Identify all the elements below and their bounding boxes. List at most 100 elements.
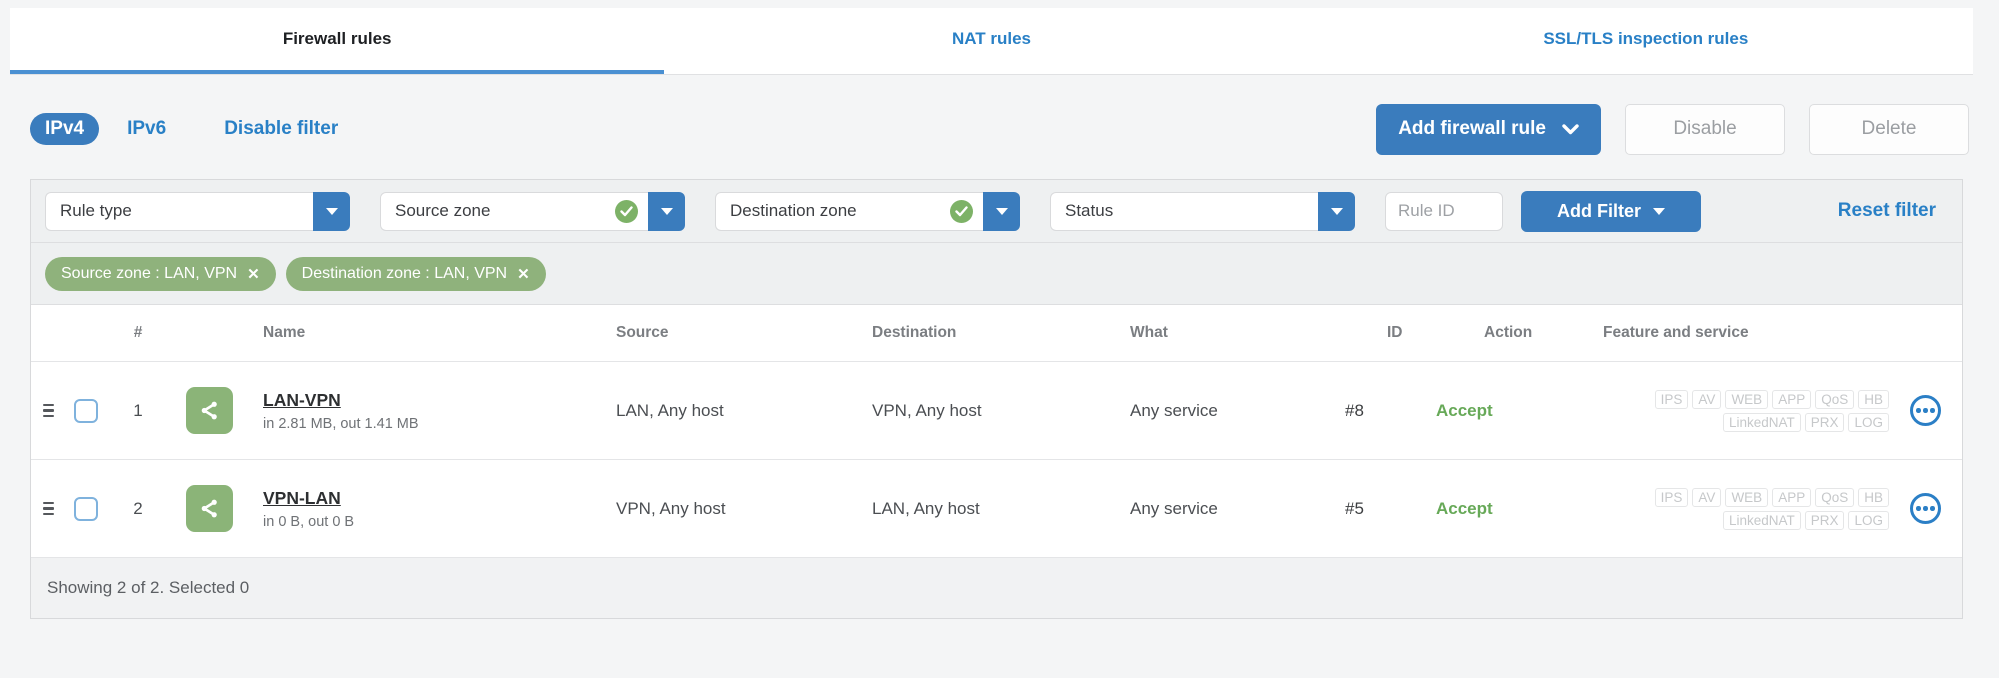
caret-down-icon [1653,207,1665,215]
remove-filter-icon[interactable]: ✕ [247,265,260,283]
source-zone-filter-label: Source zone [395,201,491,220]
feature-badge: WEB [1725,487,1769,507]
rule-name-link[interactable]: VPN-LAN [263,488,569,509]
feature-badge: IPS [1654,389,1689,409]
destination-zone-filter-dropdown[interactable]: Destination zone [715,191,1020,231]
feature-badge: LinkedNAT [1722,412,1801,432]
filter-chip-label: Source zone : LAN, VPN [61,264,238,282]
table-row: 2 VPN-LAN in 0 B, out 0 B VPN, Any host … [31,460,1962,558]
status-filter-dropdown[interactable]: Status [1050,191,1355,231]
destination-zone-filter-expand-button[interactable] [983,191,1020,231]
header-number: # [133,324,143,341]
rule-id-input[interactable] [1385,191,1503,231]
network-rule-share-icon [185,485,233,532]
showing-summary: Showing 2 of 2. Selected 0 [47,578,250,597]
delete-button[interactable]: Delete [1809,103,1969,155]
header-id: ID [1387,324,1403,341]
rule-name-link[interactable]: LAN-VPN [263,390,569,411]
rule-traffic: in 2.81 MB, out 1.41 MB [263,415,419,432]
rule-source: VPN, Any host [616,498,726,518]
table-row: 1 LAN-VPN in 2.81 MB, out 1.41 MB LAN, A… [31,362,1962,460]
header-name: Name [263,324,306,341]
row-menu-ellipsis-icon[interactable] [1910,493,1941,524]
row-number: 1 [133,400,143,420]
rule-type-filter-dropdown[interactable]: Rule type [45,191,350,231]
filter-chip-label: Destination zone : LAN, VPN [301,264,508,282]
feature-badge: AV [1692,487,1722,507]
source-zone-filter-box: Source zone [380,191,648,231]
toolbar-actions: Add firewall rule Disable Delete [1376,103,1969,155]
reset-filter-link[interactable]: Reset filter [1838,200,1936,222]
feature-badge: QoS [1815,389,1855,409]
drag-handle-icon[interactable] [43,403,54,418]
filter-chip-source-zone: Source zone : LAN, VPN ✕ [45,256,276,291]
row-checkbox[interactable] [74,398,98,423]
tab-ssl-tls-inspection-rules[interactable]: SSL/TLS inspection rules [1319,8,1973,74]
rule-action: Accept [1436,400,1493,420]
header-source: Source [616,324,669,341]
destination-zone-filter-label: Destination zone [730,201,857,220]
caret-down-icon [1330,207,1343,215]
tab-nat-rules[interactable]: NAT rules [664,8,1318,74]
source-zone-filter-dropdown[interactable]: Source zone [380,191,685,231]
rule-traffic: in 0 B, out 0 B [263,513,355,530]
feature-badge: LOG [1848,510,1889,530]
active-filter-chips: Source zone : LAN, VPN ✕ Destination zon… [31,243,1962,305]
rule-what: Any service [1130,400,1218,420]
toolbar: IPv4 IPv6 Disable filter Add firewall ru… [30,103,1969,155]
ipv4-toggle[interactable]: IPv4 [30,113,100,145]
feature-badge: APP [1772,487,1812,507]
firewall-rules-panel: Rule type Source zone Destination zone S… [30,179,1963,619]
rule-id: #5 [1345,498,1364,518]
feature-badge: LOG [1848,412,1889,432]
rule-type-filter-box: Rule type [45,191,313,231]
caret-down-icon [995,207,1008,215]
tab-ssl-tls-inspection-rules-label: SSL/TLS inspection rules [1543,29,1749,48]
rule-source: LAN, Any host [616,400,724,420]
caret-down-icon [660,207,673,215]
tab-firewall-rules[interactable]: Firewall rules [10,8,665,74]
caret-down-icon [325,207,338,215]
feature-badge: PRX [1804,510,1845,530]
header-destination: Destination [872,324,957,341]
tab-nat-rules-label: NAT rules [951,29,1032,48]
rule-what: Any service [1130,498,1218,518]
network-rule-share-icon [185,387,233,434]
ipv6-toggle[interactable]: IPv6 [127,118,166,140]
tab-firewall-rules-label: Firewall rules [282,29,392,48]
header-feature-and-service: Feature and service [1603,324,1749,341]
rule-id: #8 [1345,400,1364,420]
add-filter-label: Add Filter [1557,200,1641,221]
disable-button[interactable]: Disable [1625,103,1785,155]
table-header-row: # Name Source Destination What ID Action… [31,305,1962,362]
filter-bar: Rule type Source zone Destination zone S… [31,180,1962,243]
feature-badge: HB [1858,389,1889,409]
feature-badges: IPS AV WEB APP QoS HB LinkedNAT PRX LOG [1603,487,1889,530]
header-what: What [1130,324,1168,341]
filter-chip-destination-zone: Destination zone : LAN, VPN ✕ [285,256,546,291]
feature-badge: HB [1858,487,1889,507]
status-filter-label: Status [1065,201,1114,220]
feature-badge: QoS [1815,487,1855,507]
remove-filter-icon[interactable]: ✕ [517,265,530,283]
feature-badge: LinkedNAT [1722,510,1801,530]
feature-badge: APP [1772,389,1812,409]
rule-type-tabbar: Firewall rules NAT rules SSL/TLS inspect… [10,8,1973,75]
feature-badge: AV [1692,389,1722,409]
rule-type-filter-expand-button[interactable] [313,191,350,231]
header-action: Action [1484,324,1533,341]
disable-filter-link[interactable]: Disable filter [224,118,338,140]
row-checkbox[interactable] [74,496,98,521]
filter-applied-check-icon [950,199,973,223]
add-firewall-rule-button[interactable]: Add firewall rule [1376,103,1601,155]
feature-badge: PRX [1804,412,1845,432]
filter-applied-check-icon [615,199,638,223]
row-menu-ellipsis-icon[interactable] [1910,395,1941,426]
source-zone-filter-expand-button[interactable] [648,191,685,231]
table-footer: Showing 2 of 2. Selected 0 [31,558,1962,618]
rule-action: Accept [1436,498,1493,518]
chevron-down-icon [1562,123,1579,134]
drag-handle-icon[interactable] [43,501,54,516]
add-filter-button[interactable]: Add Filter [1521,190,1701,232]
status-filter-expand-button[interactable] [1318,191,1355,231]
